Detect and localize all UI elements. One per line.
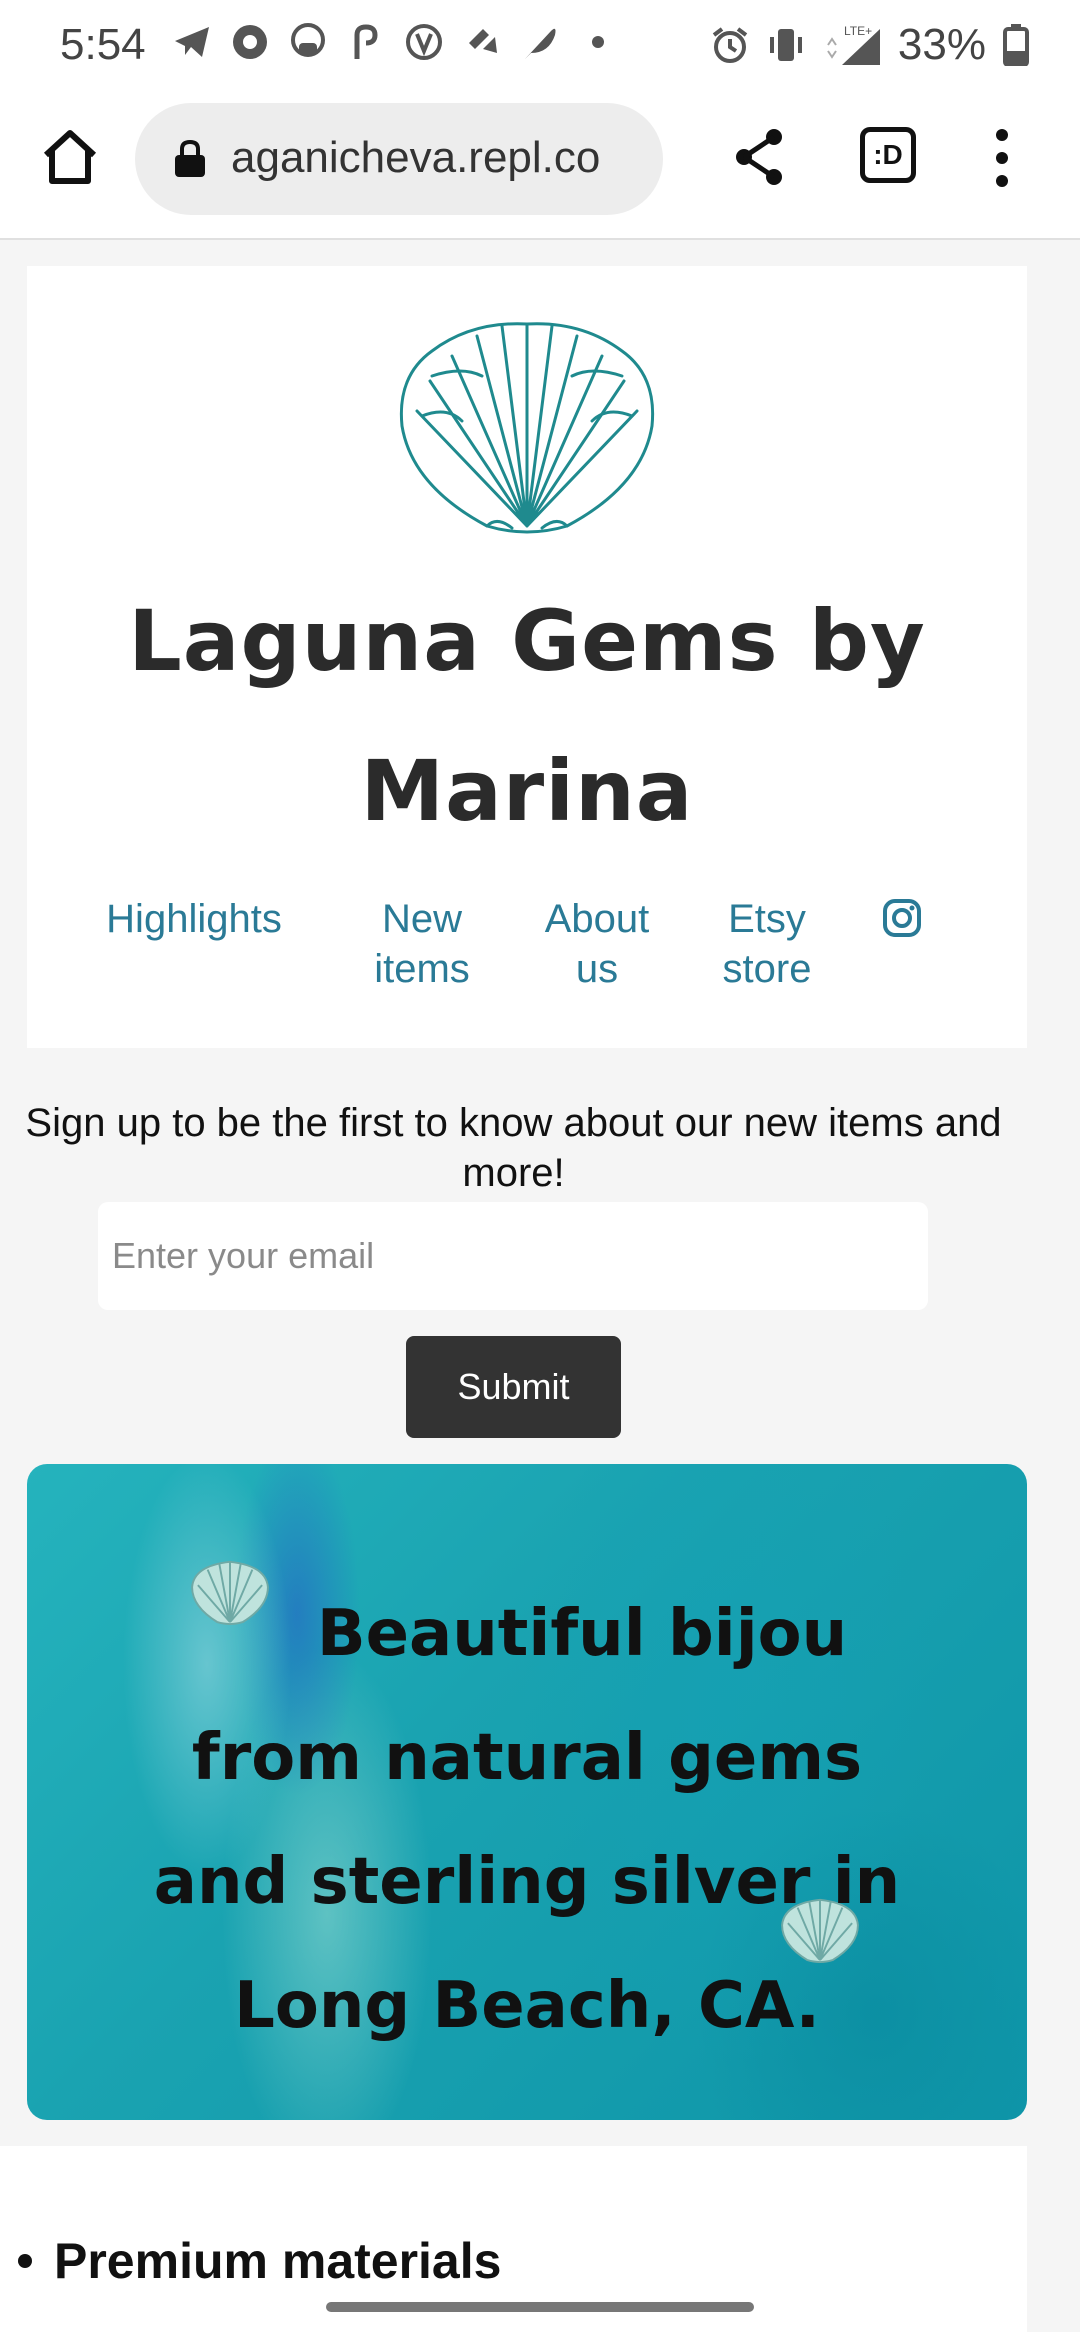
seashell-logo-icon: [399, 322, 655, 534]
sync-icon: [462, 22, 502, 62]
bullet: [18, 2254, 32, 2268]
signup-prompt: Sign up to be the first to know about ou…: [25, 1101, 1002, 1195]
face-mask-icon: [288, 22, 328, 62]
status-bar: 5:54 LTE+ 33%: [0, 0, 1080, 95]
instagram-icon[interactable]: [882, 898, 922, 938]
site-title: Laguna Gems by Marina: [128, 592, 926, 840]
more-notifications-dot-icon: [578, 22, 618, 62]
alarm-icon: [710, 25, 750, 65]
nav-link-new-items[interactable]: New items: [357, 894, 487, 994]
lock-icon: [175, 139, 205, 177]
url-text: aganicheva.repl.co: [231, 133, 601, 182]
link-app-icon: [346, 22, 386, 62]
battery-percent: 33%: [897, 20, 986, 69]
submit-button[interactable]: Submit: [406, 1336, 621, 1438]
address-bar[interactable]: aganicheva.repl.co: [135, 103, 663, 215]
list-item: Premium materials: [18, 2232, 501, 2290]
more-vert-icon: [996, 129, 1008, 187]
vibrate-icon: [766, 25, 806, 65]
signal-lte-icon: LTE+: [822, 24, 882, 65]
feature-label: Premium materials: [54, 2233, 502, 2289]
nav-link-etsy-store[interactable]: Etsy store: [707, 894, 827, 994]
telegram-icon: [172, 22, 212, 62]
notification-icons: [172, 22, 618, 62]
svg-text:LTE+: LTE+: [844, 24, 872, 38]
record-icon: [230, 22, 270, 62]
v-app-icon: [404, 22, 444, 62]
feather-icon: [520, 22, 560, 62]
email-input[interactable]: [98, 1202, 928, 1310]
tab-switcher-button[interactable]: :D: [860, 127, 916, 183]
nav-link-highlights[interactable]: Highlights: [94, 894, 294, 944]
browser-toolbar: aganicheva.repl.co :D: [0, 95, 1080, 240]
hero-text: Beautiful bijou from natural gems and st…: [153, 1597, 901, 2043]
hero-banner: Beautiful bijou from natural gems and st…: [27, 1464, 1027, 2120]
system-status: LTE+ 33%: [710, 20, 1030, 70]
overflow-menu-button[interactable]: [982, 125, 1022, 191]
nav-link-about-us[interactable]: About us: [532, 894, 662, 994]
home-button[interactable]: [38, 125, 102, 189]
battery-icon: [1002, 24, 1030, 66]
gesture-navigation-bar[interactable]: [326, 2302, 754, 2312]
site-header: Laguna Gems by Marina Highlights New ite…: [27, 266, 1027, 1048]
share-icon: [736, 129, 782, 185]
status-time: 5:54: [60, 20, 146, 69]
share-button[interactable]: [730, 125, 790, 189]
home-icon: [43, 130, 97, 184]
